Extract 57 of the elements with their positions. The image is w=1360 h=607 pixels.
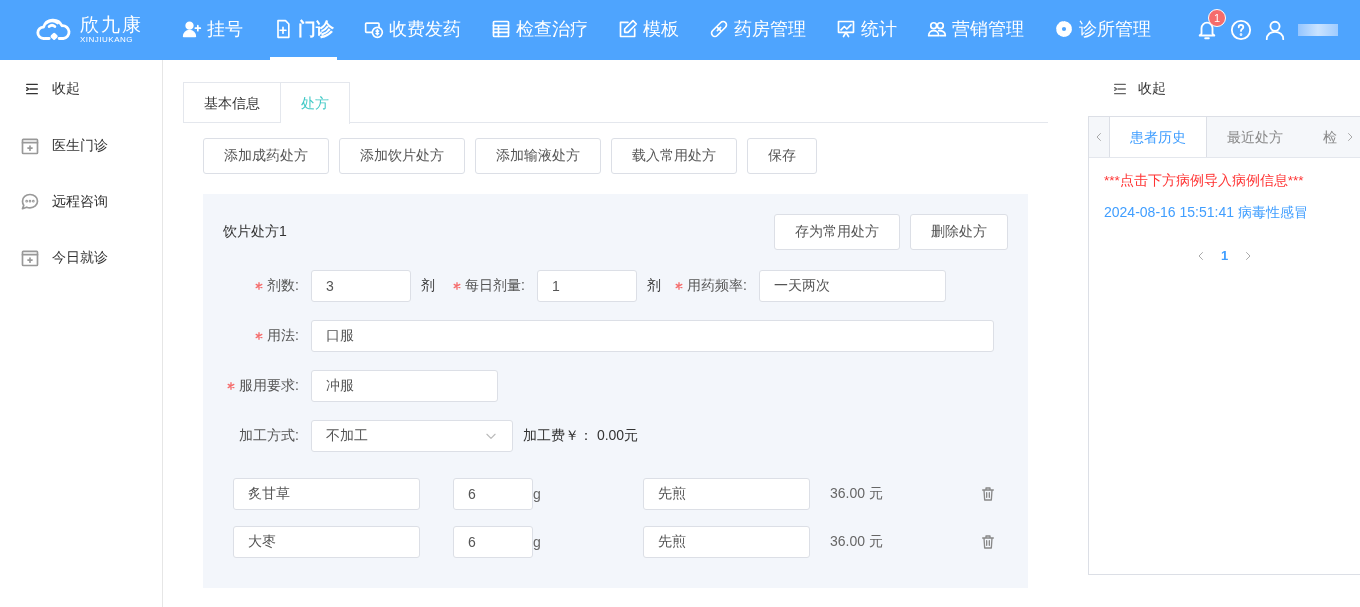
decoction-method-field[interactable]: 先煎 xyxy=(643,526,810,558)
calendar-icon xyxy=(20,248,40,268)
collapse-menu-icon xyxy=(1112,81,1128,97)
chart-board-icon xyxy=(836,18,856,39)
dropdown-field[interactable]: 不加工 xyxy=(311,420,513,452)
collapse-menu-icon xyxy=(24,81,40,97)
collapse-button[interactable]: 收起 xyxy=(0,78,162,100)
trash-icon[interactable] xyxy=(980,486,996,502)
card-button[interactable]: 删除处方 xyxy=(910,214,1008,250)
bandage-icon xyxy=(709,18,729,39)
import-notice: ***点击下方病例导入病例信息*** xyxy=(1104,172,1305,190)
field-label: 用法: xyxy=(267,327,299,345)
amount-field[interactable]: 6 xyxy=(453,478,533,510)
herb-price: 36.00 元 xyxy=(829,533,884,551)
sidebar-item[interactable]: 远程咨询 xyxy=(0,174,162,230)
edit-icon xyxy=(618,18,638,39)
field-label: 每日剂量: xyxy=(465,277,525,295)
unit-label: 剂 xyxy=(645,277,661,295)
input-field[interactable]: 口服 xyxy=(311,320,994,352)
action-button[interactable]: 载入常用处方 xyxy=(611,138,737,174)
input-field[interactable]: 冲服 xyxy=(311,370,498,402)
trash-icon[interactable] xyxy=(980,534,996,550)
help-icon[interactable] xyxy=(1230,19,1252,41)
tab[interactable]: 基本信息 xyxy=(183,82,281,122)
unit-label: g xyxy=(533,486,542,502)
input-field[interactable]: 3 xyxy=(311,270,411,302)
amount-field[interactable]: 6 xyxy=(453,526,533,558)
field-label: 加工方式: xyxy=(239,427,299,445)
chat-icon xyxy=(20,192,40,212)
field-label: 剂数: xyxy=(267,277,299,295)
sidebar-item[interactable]: 今日就诊 xyxy=(0,230,162,286)
sidebar-item[interactable]: 医生门诊 xyxy=(0,118,162,174)
card-button[interactable]: 存为常用处方 xyxy=(774,214,900,250)
decoction-method-field[interactable]: 先煎 xyxy=(643,478,810,510)
action-button[interactable]: 添加饮片处方 xyxy=(339,138,465,174)
blurred-username xyxy=(1298,24,1338,36)
herb-name-field[interactable]: 大枣 xyxy=(233,526,420,558)
action-button[interactable]: 保存 xyxy=(747,138,817,174)
prescription-title: 饮片处方1 xyxy=(223,223,288,241)
user-icon[interactable] xyxy=(1264,19,1286,41)
calendar-icon xyxy=(20,136,40,156)
notification-badge: 1 xyxy=(1208,9,1226,27)
collapse-button[interactable]: 收起 xyxy=(1088,78,1360,100)
action-button[interactable]: 添加输液处方 xyxy=(475,138,601,174)
input-field[interactable]: 一天两次 xyxy=(758,270,946,302)
processing-fee: 加工费￥： 0.00元 xyxy=(523,427,639,445)
logo-name: 欣九康 xyxy=(80,15,143,35)
action-button[interactable]: 添加成药处方 xyxy=(203,138,329,174)
herb-name-field[interactable]: 炙甘草 xyxy=(233,478,420,510)
herb-price: 36.00 元 xyxy=(829,485,884,503)
logo-subtitle: XINJIUKANG xyxy=(80,35,134,45)
field-label: 服用要求: xyxy=(239,377,299,395)
input-field[interactable]: 1 xyxy=(536,270,637,302)
unit-label: g xyxy=(533,534,542,550)
field-label: 用药频率: xyxy=(686,277,747,295)
unit-label: 剂 xyxy=(420,277,435,295)
table-icon xyxy=(491,18,511,39)
